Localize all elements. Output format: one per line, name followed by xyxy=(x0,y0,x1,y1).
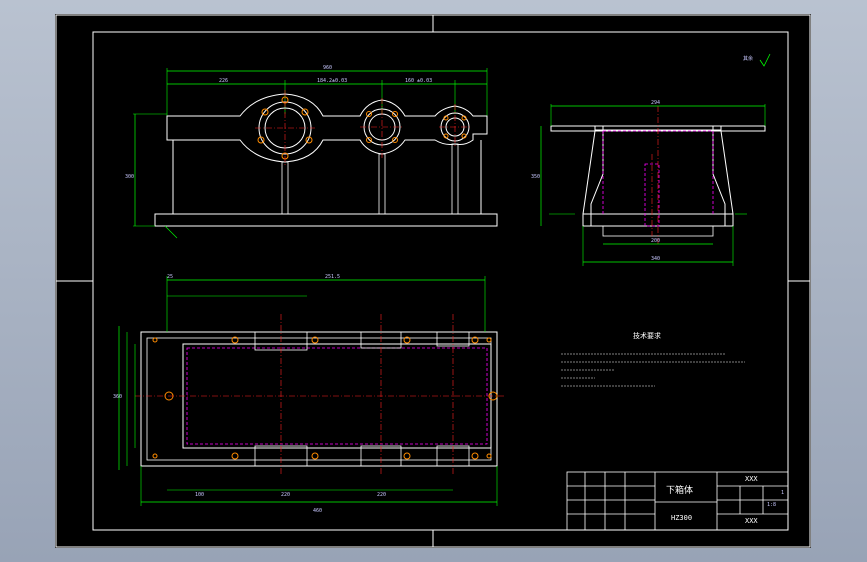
dim-side-inner: 200 xyxy=(651,238,661,244)
organization-top: XXX xyxy=(745,475,758,483)
part-code: HZ300 xyxy=(671,514,693,522)
outer-frame xyxy=(55,14,811,548)
dim-plan-c: 220 xyxy=(377,492,387,498)
dim-plan-b: 220 xyxy=(281,492,291,498)
sheet-value: 1 xyxy=(781,490,785,496)
notes-heading: 技术要求 xyxy=(633,332,661,340)
dim-top-overall: 960 xyxy=(323,65,333,71)
plan-view xyxy=(118,276,505,506)
dim-plan-a: 100 xyxy=(195,492,205,498)
dim-plan-left: 25 xyxy=(167,274,174,280)
dim-plan-width: 360 xyxy=(113,394,123,400)
dim-plan-span: 251.5 xyxy=(325,274,341,280)
cad-viewport[interactable]: 下箱体 HZ300 XXX XXX 1:8 1 技术要求 其余 960 226 … xyxy=(0,0,867,562)
organization-bottom: XXX xyxy=(745,517,758,525)
dim-side-bottom: 340 xyxy=(651,256,661,262)
inner-frame xyxy=(92,31,789,531)
technical-notes-lines xyxy=(561,353,745,387)
drawing-sheet[interactable]: 下箱体 HZ300 XXX XXX 1:8 1 技术要求 其余 960 226 … xyxy=(55,14,811,548)
dim-side-top: 294 xyxy=(651,100,661,106)
dim-top-mid: 184.2±0.03 xyxy=(317,78,348,84)
part-name: 下箱体 xyxy=(666,486,694,496)
dim-top-left: 226 xyxy=(219,78,229,84)
dim-plan-overall: 460 xyxy=(313,508,323,514)
dim-front-height: 300 xyxy=(125,174,135,180)
drawing-canvas xyxy=(55,14,811,548)
dim-side-height: 350 xyxy=(531,174,541,180)
roughness-icon xyxy=(759,53,771,67)
front-view xyxy=(133,68,498,239)
roughness-label: 其余 xyxy=(743,56,754,62)
dim-top-right: 160 ±0.03 xyxy=(405,78,433,84)
scale-value: 1:8 xyxy=(767,502,777,508)
